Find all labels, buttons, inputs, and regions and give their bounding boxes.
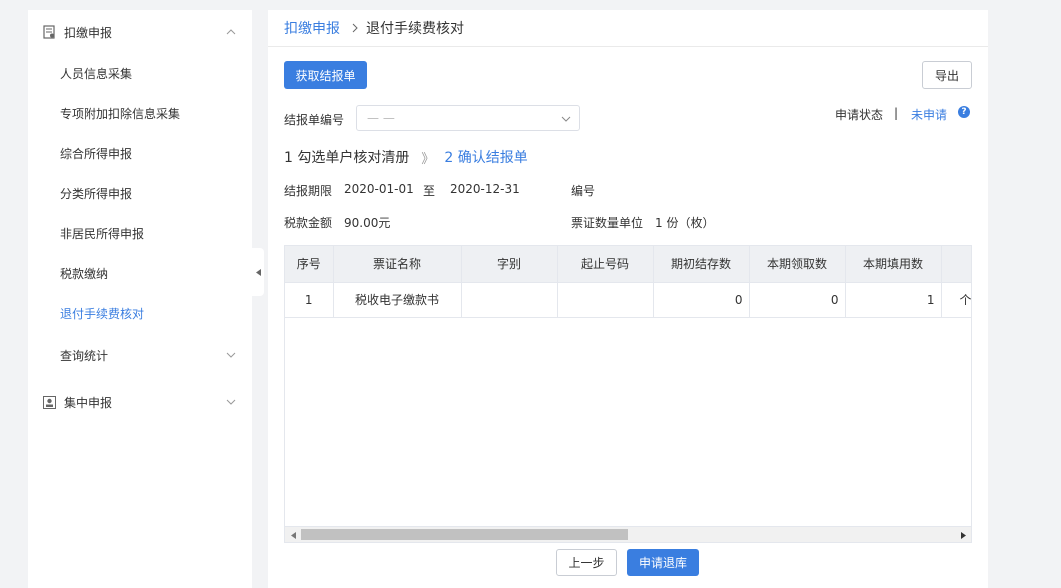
chevron-down-icon (561, 114, 571, 124)
sidebar-item-fee-refund-check[interactable]: 退付手续费核对 (28, 296, 252, 330)
sidebar-item-query-statistics[interactable]: 查询统计 (28, 338, 252, 372)
table-cell: 0 (653, 282, 750, 318)
sidebar-item-nonresident-income[interactable]: 非居民所得申报 (28, 216, 252, 250)
collapse-left-icon (255, 265, 261, 279)
step-indicator: 1 勾选单户核对清册 》 2 确认结报单 (284, 147, 528, 167)
step-separator: 》 (421, 151, 435, 167)
period-label: 结报期限 (284, 184, 333, 198)
tax-amount-value: 90.00元 (344, 216, 391, 230)
number-label: 编号 (571, 184, 596, 198)
sidebar-item-label: 专项附加扣除信息采集 (60, 106, 181, 121)
col-header: 起止号码 (557, 246, 654, 283)
table-row[interactable]: 1 税收电子缴款书 0 0 1 个 (285, 282, 971, 318)
period-end: 2020-12-31 (450, 182, 520, 196)
col-header (941, 246, 971, 283)
period-start: 2020-01-01 (344, 182, 414, 196)
header-divider (268, 46, 988, 47)
table-cell: 1 (285, 282, 334, 318)
sidebar-item-label: 综合所得申报 (60, 146, 133, 161)
breadcrumb-current: 退付手续费核对 (366, 21, 464, 37)
table-cell: 税收电子缴款书 (333, 282, 462, 318)
scroll-right-icon[interactable] (959, 531, 967, 539)
report-number-label: 结报单编号 (284, 113, 345, 127)
sidebar-collapse-handle[interactable] (252, 248, 264, 296)
col-header: 本期领取数 (749, 246, 846, 283)
table-cell (557, 282, 654, 318)
chevron-up-icon (226, 27, 236, 37)
user-card-icon (42, 395, 56, 409)
report-number-select[interactable]: — — (356, 105, 580, 131)
main-panel: 扣缴申报 退付手续费核对 获取结报单 导出 结报单编号 — — 申请状态 | 未… (268, 10, 988, 588)
export-button[interactable]: 导出 (922, 61, 972, 89)
sidebar-item-label: 人员信息采集 (60, 66, 133, 81)
ticket-table-grid: 序号 票证名称 字别 起止号码 期初结存数 本期领取数 本期填用数 1 税收电子… (285, 246, 971, 318)
ticket-table: 序号 票证名称 字别 起止号码 期初结存数 本期领取数 本期填用数 1 税收电子… (284, 245, 972, 543)
ticket-unit-label: 票证数量单位 (571, 216, 644, 230)
apply-status-value: 未申请 (911, 108, 948, 122)
table-cell: 0 (749, 282, 846, 318)
scroll-left-icon[interactable] (289, 531, 297, 539)
ticket-unit-value: 1 份（枚） (655, 216, 715, 230)
sidebar-item-classified-income[interactable]: 分类所得申报 (28, 176, 252, 210)
sidebar-item-comprehensive-income[interactable]: 综合所得申报 (28, 136, 252, 170)
sidebar: 扣缴申报 人员信息采集 专项附加扣除信息采集 综合所得申报 分类所得申报 非居民… (28, 10, 252, 588)
period-to: 至 (423, 184, 436, 198)
nav-group-withholding[interactable]: 扣缴申报 (28, 12, 252, 52)
breadcrumb: 扣缴申报 退付手续费核对 (284, 18, 464, 38)
sidebar-item-label: 分类所得申报 (60, 186, 133, 201)
sidebar-item-personnel[interactable]: 人员信息采集 (28, 56, 252, 90)
table-header-row: 序号 票证名称 字别 起止号码 期初结存数 本期领取数 本期填用数 (285, 246, 971, 283)
chevron-down-icon (226, 350, 236, 360)
nav-group-label: 扣缴申报 (64, 25, 113, 40)
scrollbar-thumb[interactable] (301, 529, 628, 540)
nav-group-label: 集中申报 (64, 395, 113, 410)
sidebar-item-label: 退付手续费核对 (60, 306, 145, 321)
sidebar-item-special-deduction[interactable]: 专项附加扣除信息采集 (28, 96, 252, 130)
status-separator: | (894, 106, 899, 120)
sidebar-item-tax-payment[interactable]: 税款缴纳 (28, 256, 252, 290)
help-icon[interactable]: ? (958, 106, 970, 118)
apply-refund-button[interactable]: 申请退库 (627, 549, 699, 576)
col-header: 本期填用数 (845, 246, 942, 283)
nav-group-centralized[interactable]: 集中申报 (28, 382, 252, 422)
report-number-value: — — (367, 111, 395, 125)
previous-step-button[interactable]: 上一步 (556, 549, 617, 576)
step-1[interactable]: 1 勾选单户核对清册 (284, 147, 409, 167)
sidebar-item-label: 税款缴纳 (60, 266, 109, 281)
table-cell (461, 282, 558, 318)
step-2[interactable]: 2 确认结报单 (444, 147, 527, 167)
col-header: 期初结存数 (653, 246, 750, 283)
document-icon (42, 25, 56, 39)
horizontal-scrollbar[interactable] (285, 526, 971, 542)
breadcrumb-parent-link[interactable]: 扣缴申报 (284, 18, 340, 38)
fetch-report-button[interactable]: 获取结报单 (284, 61, 367, 89)
col-header: 字别 (461, 246, 558, 283)
col-header: 票证名称 (333, 246, 462, 283)
sidebar-item-label: 查询统计 (60, 348, 109, 363)
chevron-right-icon (352, 23, 358, 33)
apply-status-label: 申请状态 (835, 108, 884, 122)
sidebar-item-label: 非居民所得申报 (60, 226, 145, 241)
chevron-down-icon (226, 397, 236, 407)
table-cell: 个 (941, 282, 971, 318)
table-cell: 1 (845, 282, 942, 318)
tax-amount-label: 税款金额 (284, 216, 333, 230)
col-header: 序号 (285, 246, 334, 283)
